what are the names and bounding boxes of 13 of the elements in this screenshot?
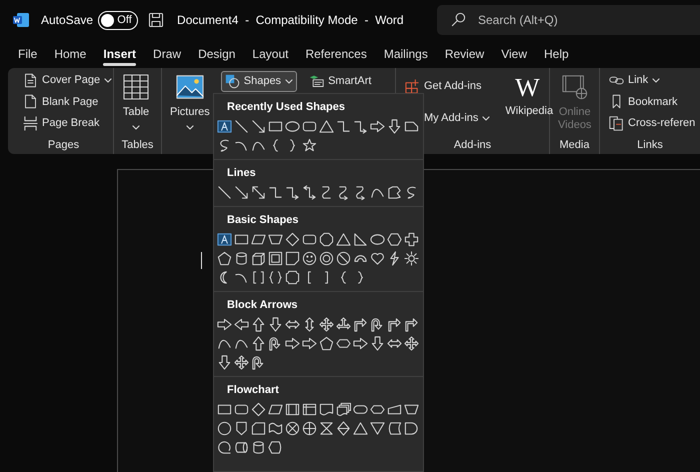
section-heading: Basic Shapes <box>226 213 300 228</box>
group-label: Media <box>560 138 590 153</box>
autosave-label: AutoSave <box>41 12 94 29</box>
logo-letter: W <box>515 74 540 102</box>
section-heading: Block Arrows <box>226 298 299 313</box>
group-label: Add-ins <box>454 138 492 153</box>
section-heading: Recently Used Shapes <box>226 100 346 115</box>
section-heading: Lines <box>226 166 257 181</box>
section-heading: Flowchart <box>226 383 280 398</box>
group-label: Links <box>637 138 663 153</box>
group-label: Tables <box>122 138 154 153</box>
window-title: Document4 - Compatibility Mode - Word <box>177 12 404 29</box>
group-label: Pages <box>48 138 80 153</box>
